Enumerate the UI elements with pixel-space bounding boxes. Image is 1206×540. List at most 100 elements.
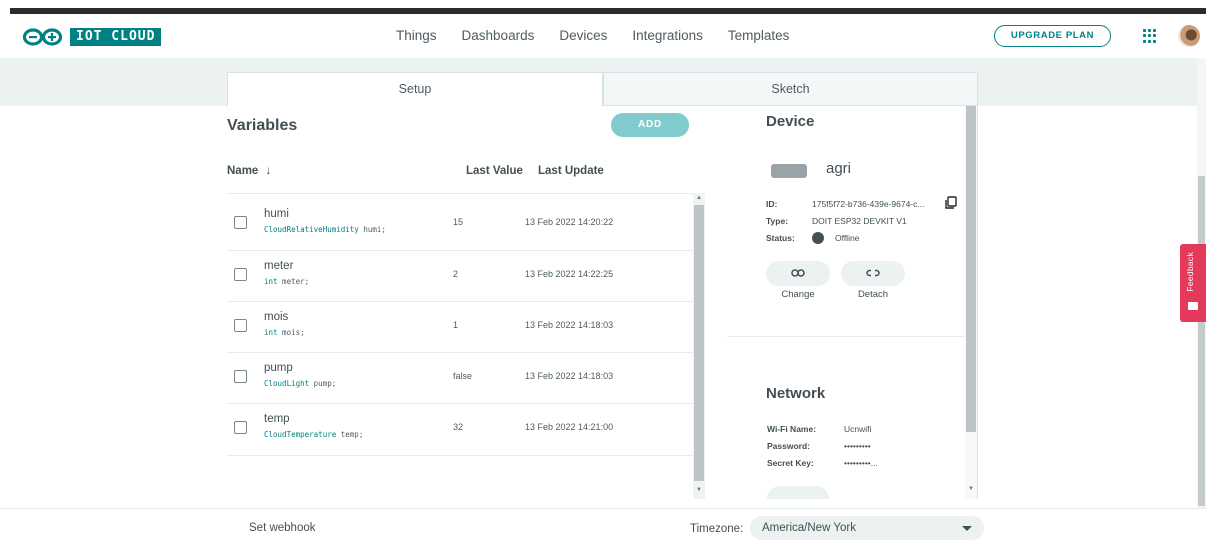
table-divider [227, 193, 704, 194]
variable-last-update: 13 Feb 2022 14:21:00 [525, 422, 614, 432]
device-type-value: DOIT ESP32 DEVKIT V1 [812, 216, 907, 226]
nav-dashboards[interactable]: Dashboards [462, 28, 535, 43]
network-change-button[interactable] [767, 486, 829, 499]
row-divider [227, 455, 704, 456]
row-checkbox[interactable] [234, 268, 247, 281]
variables-scrollbar[interactable]: ▲ ▼ [693, 193, 705, 499]
variable-decl-name: humi; [358, 225, 386, 234]
row-checkbox[interactable] [234, 319, 247, 332]
device-status-label: Status: [766, 233, 795, 243]
scroll-down-icon[interactable]: ▼ [693, 487, 705, 493]
secret-key-label: Secret Key: [767, 458, 814, 468]
device-name[interactable]: agri [826, 160, 851, 177]
timezone-select[interactable]: America/New York [750, 516, 984, 540]
grid-dots-icon[interactable] [1143, 29, 1157, 43]
sort-arrow-icon: ↓ [265, 165, 272, 177]
feedback-icon [1188, 302, 1198, 310]
scrollbar-thumb[interactable] [694, 205, 704, 481]
tab-setup[interactable]: Setup [227, 72, 603, 106]
variable-last-value: 32 [453, 422, 464, 432]
chevron-down-icon [962, 526, 972, 531]
network-title: Network [766, 385, 826, 402]
variable-last-update: 13 Feb 2022 14:20:22 [525, 217, 614, 227]
device-id-label: ID: [766, 199, 778, 209]
variable-type: CloudLight [264, 379, 310, 388]
row-checkbox[interactable] [234, 216, 247, 229]
wifi-value: Ucnwifi [844, 424, 872, 434]
brand-logo[interactable]: IOT CLOUD [22, 28, 162, 46]
variable-declaration: CloudTemperature temp; [264, 430, 363, 439]
variable-name: temp [264, 413, 290, 425]
secret-key-row: Secret Key: •••••••••... [767, 458, 878, 468]
unlink-icon [866, 269, 880, 277]
variable-name: pump [264, 362, 293, 374]
variable-declaration: CloudRelativeHumidity humi; [264, 225, 386, 234]
detach-device-button[interactable] [841, 261, 905, 286]
table-row[interactable]: humi CloudRelativeHumidity humi; 15 13 F… [227, 199, 693, 250]
nav-integrations[interactable]: Integrations [632, 28, 703, 43]
variable-last-update: 13 Feb 2022 14:22:25 [525, 269, 614, 279]
timezone-value: America/New York [762, 522, 856, 534]
nav-things[interactable]: Things [396, 28, 437, 43]
variable-last-value: 1 [453, 320, 459, 330]
page-scrollbar-thumb[interactable] [1198, 176, 1205, 506]
top-stripe [0, 0, 1206, 14]
tab-sketch[interactable]: Sketch [603, 72, 978, 106]
table-row[interactable]: mois int mois; 1 13 Feb 2022 14:18:03 [227, 302, 693, 353]
table-row[interactable]: pump CloudLight pump; false 13 Feb 2022 … [227, 353, 693, 404]
avatar[interactable] [1178, 25, 1200, 47]
variable-name: mois [264, 311, 289, 323]
column-name-header[interactable]: Name ↓ [227, 165, 271, 177]
variable-decl-name: temp; [336, 430, 364, 439]
variable-declaration: CloudLight pump; [264, 379, 336, 388]
link-icon [791, 269, 805, 277]
feedback-button[interactable]: Feedback [1180, 244, 1206, 322]
variable-declaration: int meter; [264, 277, 309, 286]
timezone-label: Timezone: [690, 523, 744, 535]
add-variable-button[interactable]: ADD [611, 113, 689, 137]
panel-border [977, 106, 978, 499]
variable-type: int [264, 328, 278, 337]
device-type-row: Type: DOIT ESP32 DEVKIT V1 [766, 216, 907, 226]
main-nav: Things Dashboards Devices Integrations T… [396, 28, 814, 43]
variable-last-value: 15 [453, 217, 464, 227]
device-status-row: Status: Offline [766, 233, 859, 243]
copy-icon[interactable] [944, 196, 958, 210]
change-device-button[interactable] [766, 261, 830, 286]
variable-name: meter [264, 260, 294, 272]
row-checkbox[interactable] [234, 421, 247, 434]
arduino-logo-icon [22, 28, 63, 46]
column-name-label: Name [227, 165, 259, 177]
set-webhook-link[interactable]: Set webhook [249, 522, 316, 534]
variables-title: Variables [227, 117, 298, 134]
device-type-label: Type: [766, 216, 789, 226]
variable-last-update: 13 Feb 2022 14:18:03 [525, 371, 614, 381]
device-status-value: Offline [835, 233, 860, 243]
table-row[interactable]: meter int meter; 2 13 Feb 2022 14:22:25 [227, 251, 693, 302]
nav-devices[interactable]: Devices [559, 28, 607, 43]
device-icon [771, 164, 807, 178]
change-label: Change [781, 289, 815, 300]
upgrade-plan-button[interactable]: UPGRADE PLAN [994, 25, 1111, 47]
feedback-label: Feedback [1185, 252, 1195, 292]
password-label: Password: [767, 441, 810, 451]
detach-label: Detach [857, 289, 889, 300]
scroll-up-icon[interactable]: ▲ [693, 195, 705, 201]
wifi-row: Wi-Fi Name: Ucnwifi [767, 424, 871, 434]
device-panel-scrollbar[interactable]: ▼ [965, 106, 977, 499]
nav-templates[interactable]: Templates [728, 28, 790, 43]
column-last-update-header: Last Update [538, 165, 604, 177]
variable-last-value: false [453, 371, 473, 381]
device-id-row: ID: 175f5f72-b736-439e-9674-c... [766, 199, 924, 209]
password-value: ••••••••• [844, 441, 871, 451]
variable-type: CloudTemperature [264, 430, 337, 439]
status-offline-dot [812, 232, 824, 244]
secret-key-value: •••••••••... [844, 458, 878, 468]
scrollbar-thumb[interactable] [966, 106, 976, 432]
row-checkbox[interactable] [234, 370, 247, 383]
scroll-down-icon[interactable]: ▼ [965, 486, 977, 492]
variable-last-update: 13 Feb 2022 14:18:03 [525, 320, 614, 330]
variable-last-value: 2 [453, 269, 459, 279]
app-header: IOT CLOUD Things Dashboards Devices Inte… [0, 14, 1206, 58]
table-row[interactable]: temp CloudTemperature temp; 32 13 Feb 20… [227, 404, 693, 455]
